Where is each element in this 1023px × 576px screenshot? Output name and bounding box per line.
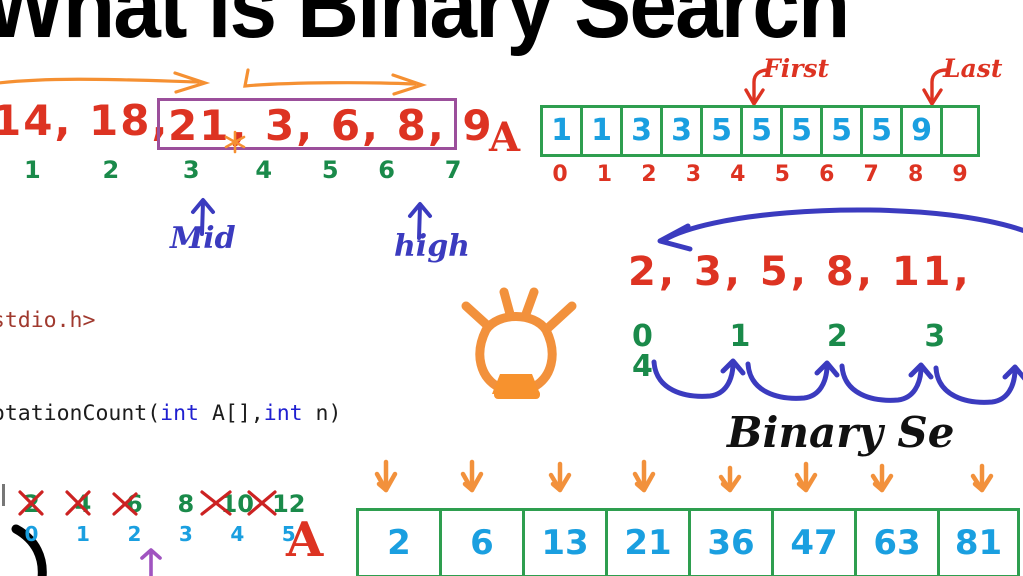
page-title: What is Binary Search <box>0 0 850 57</box>
array-a-index-row: 0 1 2 3 4 5 6 7 8 9 <box>540 162 980 187</box>
crossed-index-row: 0 1 2 3 4 5 <box>8 524 312 546</box>
index-label: 1 <box>729 319 751 354</box>
index-label: 3 <box>182 156 200 184</box>
array-b-cells: 2 6 13 21 36 47 63 81 <box>356 508 1020 576</box>
orange-double-arrow-row <box>374 459 994 493</box>
array-cell: 3 <box>620 105 660 157</box>
first-pointer-label: First <box>763 54 830 83</box>
index-label: 3 <box>685 162 702 187</box>
red-cross-marks <box>18 490 277 516</box>
purple-pointer-arrow-icon <box>140 548 162 576</box>
array-cell <box>940 105 980 157</box>
array-cell: 5 <box>820 105 860 157</box>
index-label: 2 <box>641 162 657 187</box>
array-cell: 6 <box>439 508 522 576</box>
boxed-number-list: 21, 3, 6, 8, 9 <box>157 98 492 150</box>
array-cell: 63 <box>854 508 937 576</box>
array-cell: 36 <box>688 508 771 576</box>
array-cell: 21 <box>605 508 688 576</box>
array-cell: 1 <box>540 105 580 157</box>
index-label: 4 <box>255 156 273 184</box>
index-label: 1 <box>24 156 41 184</box>
index-label: 0 <box>552 162 568 187</box>
array-cell: 47 <box>771 508 854 576</box>
array-cell: 2 <box>356 508 439 576</box>
array-cell: 81 <box>937 508 1020 576</box>
text-caret <box>2 484 5 506</box>
index-label: 3 <box>178 522 193 546</box>
array-a-cells: 1 1 3 3 5 5 5 5 5 9 <box>540 105 980 157</box>
blue-hop-arcs <box>651 358 1023 405</box>
index-label: 4 <box>230 522 245 546</box>
top-left-index-row: 1 2 3 4 5 6 7 <box>24 158 485 183</box>
array-a-label: A <box>489 114 521 161</box>
index-label: 0 <box>632 319 653 354</box>
array-cell: 3 <box>660 105 700 157</box>
index-label: 5 <box>321 156 339 184</box>
index-label: 9 <box>952 162 968 187</box>
index-label: 2 <box>127 522 142 546</box>
index-label: 2 <box>826 319 848 354</box>
array-cell: 5 <box>780 105 820 157</box>
array-cell: 9 <box>900 105 940 157</box>
blue-curved-arrow-icon <box>657 207 1023 252</box>
index-label: 3 <box>924 319 946 354</box>
index-label: 8 <box>907 162 924 187</box>
array-cell: 5 <box>860 105 900 157</box>
index-label: 6 <box>378 156 395 184</box>
array-cell: 5 <box>740 105 780 157</box>
prefix-number-list: 14, 18, <box>0 96 170 145</box>
array-cell: 13 <box>522 508 605 576</box>
array-cell: 5 <box>700 105 740 157</box>
last-pointer-label: Last <box>943 54 1003 83</box>
index-label: 1 <box>75 522 90 546</box>
index-label: 7 <box>444 156 462 184</box>
index-label: 4 <box>730 162 746 187</box>
orange-doodle-icon <box>461 287 577 399</box>
index-label: 1 <box>596 162 613 187</box>
index-label: 5 <box>774 162 790 187</box>
code-line: lRotationCount(int A[],int n) <box>0 401 342 426</box>
whiteboard-canvas: What is Binary Search 14, 18, 21, 3, 6, … <box>0 0 1023 576</box>
orange-star-marker <box>224 130 246 154</box>
array-cell: 1 <box>580 105 620 157</box>
code-line: e<stdio.h> <box>0 308 96 333</box>
index-label: 5 <box>281 522 296 546</box>
index-label: 7 <box>863 162 879 187</box>
index-label: 6 <box>819 162 835 187</box>
sorted-sequence: 2, 3, 5, 8, 11, <box>628 249 972 295</box>
binary-search-handwritten-label: Binary Se <box>727 408 955 457</box>
index-label: 0 <box>24 522 39 546</box>
index-label: 2 <box>102 156 120 184</box>
